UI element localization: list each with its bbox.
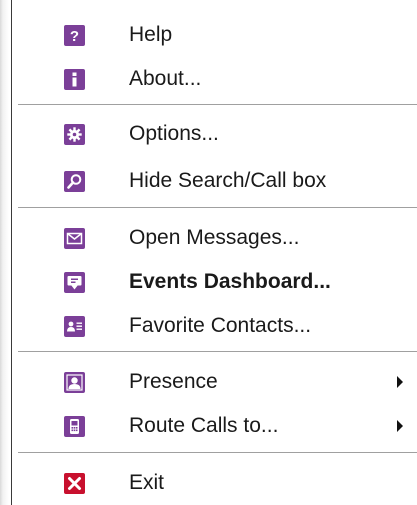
menu-separator xyxy=(18,452,417,454)
menu-separator xyxy=(18,207,417,209)
contact-card-icon xyxy=(64,316,85,337)
dashboard-icon xyxy=(64,272,85,293)
exit-icon xyxy=(64,473,85,494)
help-icon: ? xyxy=(64,25,85,46)
menu-item-favorite-contacts[interactable]: Favorite Contacts... xyxy=(12,306,417,346)
menu-item-route-calls-to[interactable]: Route Calls to... xyxy=(12,406,417,446)
menu-item-about[interactable]: About... xyxy=(12,59,417,99)
menu-left-border xyxy=(0,0,9,505)
presence-icon xyxy=(64,372,85,393)
menu-item-label: Events Dashboard... xyxy=(129,270,331,293)
menu-item-exit[interactable]: Exit xyxy=(12,463,417,503)
menu-item-label: Help xyxy=(129,23,173,46)
menu-item-label: Favorite Contacts... xyxy=(129,314,312,337)
menu-item-label: Hide Search/Call box xyxy=(129,169,327,192)
menu-item-label: Route Calls to... xyxy=(129,414,279,437)
gear-icon xyxy=(64,124,85,145)
submenu-arrow-icon xyxy=(397,420,403,432)
menu-item-help[interactable]: ? Help xyxy=(12,15,417,55)
menu-item-label: Open Messages... xyxy=(129,226,300,249)
menu-item-label: Presence xyxy=(129,370,218,393)
menu-separator xyxy=(18,351,417,353)
submenu-arrow-icon xyxy=(397,376,403,388)
menu-item-options[interactable]: Options... xyxy=(12,114,417,154)
menu-item-events-dashboard[interactable]: Events Dashboard... xyxy=(12,262,417,302)
menu-item-label: Exit xyxy=(129,471,165,494)
menu-item-presence[interactable]: Presence xyxy=(12,362,417,402)
menu-item-open-messages[interactable]: Open Messages... xyxy=(12,218,417,258)
menu-item-hide-search-call-box[interactable]: Hide Search/Call box xyxy=(12,161,417,201)
menu-item-label: About... xyxy=(129,67,202,90)
info-icon xyxy=(64,69,85,90)
phone-route-icon xyxy=(64,416,85,437)
envelope-icon xyxy=(64,228,85,249)
menu-item-label: Options... xyxy=(129,122,219,145)
context-menu: ? Help About... Options... Hide Search/C… xyxy=(0,0,417,505)
svg-text:?: ? xyxy=(70,28,79,45)
search-icon xyxy=(64,171,85,192)
menu-separator xyxy=(18,104,417,106)
